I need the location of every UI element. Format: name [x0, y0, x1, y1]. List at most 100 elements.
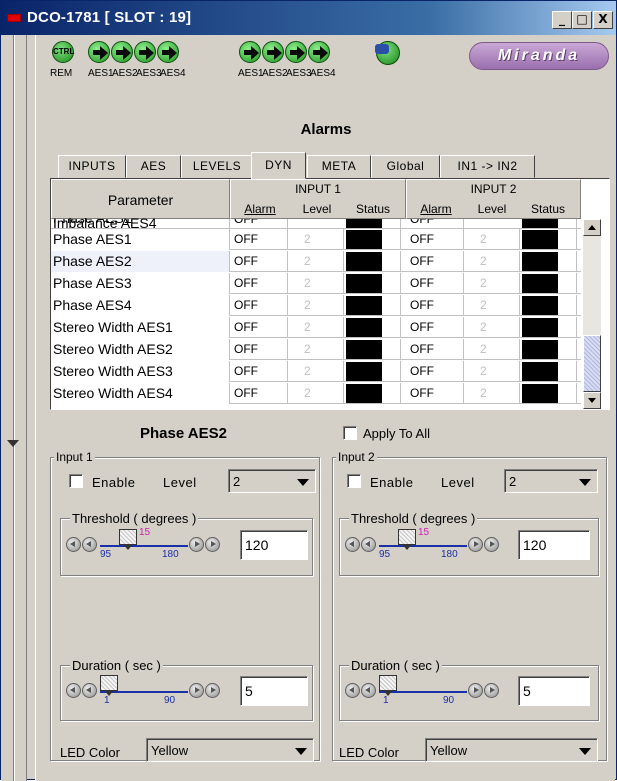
input2-duration-decrease-icon[interactable]	[361, 683, 376, 698]
chevron-down-icon	[579, 479, 591, 486]
input1-led-select[interactable]: Yellow	[146, 738, 314, 762]
tab-inputs[interactable]: INPUTS	[58, 155, 126, 178]
input1-status-header: Status	[355, 202, 391, 216]
status-led	[522, 274, 558, 293]
row-level1: 2	[288, 229, 344, 250]
input1-enable-checkbox[interactable]	[69, 474, 83, 488]
input1-duration-fast-decrease-icon[interactable]	[66, 683, 81, 698]
row-status1	[344, 361, 401, 382]
input1-threshold-thumb[interactable]	[119, 529, 137, 550]
input2-level-select[interactable]: 2	[504, 469, 598, 493]
tab-in1-in2[interactable]: IN1 -> IN2	[440, 155, 535, 178]
row-level1: 2	[288, 339, 344, 360]
input1-duration-input[interactable]: 5	[240, 676, 308, 706]
input2-threshold-input[interactable]: 120	[518, 530, 590, 560]
row-param[interactable]: Stereo Width AES1	[51, 317, 230, 338]
status-led	[522, 318, 558, 337]
input1-threshold-fast-decrease-icon[interactable]	[66, 537, 81, 552]
table-row[interactable]: Phase AES2 OFF 2 OFF 2	[51, 251, 581, 272]
tab-meta[interactable]: META	[307, 155, 371, 178]
row-level1: 2	[288, 317, 344, 338]
row-param[interactable]: Phase AES4	[51, 295, 230, 316]
input1-aes4-status-icon	[157, 41, 179, 63]
title-bar[interactable]: DCO-1781 [ SLOT : 19] _ □ X	[1, 1, 616, 35]
input2-aes4-status-icon	[308, 41, 330, 63]
input2-threshold-fast-increase-icon[interactable]	[484, 537, 499, 552]
table-row[interactable]: Phase AES3 OFF 2 OFF 2	[51, 273, 581, 294]
table-row[interactable]: Phase AES4 OFF 2 OFF 2	[51, 295, 581, 316]
row-alarm1: OFF	[230, 295, 288, 316]
row-param[interactable]: Stereo Width AES2	[51, 339, 230, 360]
input1-duration-decrease-icon[interactable]	[82, 683, 97, 698]
row-param[interactable]: Phase AES3	[51, 273, 230, 294]
input2-threshold-increase-icon[interactable]	[468, 537, 483, 552]
input2-duration-increase-icon[interactable]	[468, 683, 483, 698]
input2-enable-checkbox[interactable]	[347, 474, 361, 488]
collapse-arrow-icon[interactable]	[7, 440, 19, 447]
left-splitter[interactable]	[1, 35, 27, 781]
maximize-button[interactable]: □	[572, 11, 592, 29]
input2-duration-fast-decrease-icon[interactable]	[345, 683, 360, 698]
chevron-down-icon	[295, 748, 307, 755]
input1-threshold-input[interactable]: 120	[240, 530, 308, 560]
page-title: Alarms	[300, 121, 352, 138]
input2-aes1-status-icon	[239, 41, 261, 63]
input1-threshold-fast-increase-icon[interactable]	[205, 537, 220, 552]
table-row[interactable]: Stereo Width AES3 OFF 2 OFF 2	[51, 361, 581, 382]
ctrl-icon[interactable]: CTRL	[52, 41, 74, 63]
tab-dyn[interactable]: DYN	[251, 152, 306, 179]
swap-inputs-icon[interactable]	[375, 41, 400, 65]
input1-group-label: Input 1	[54, 450, 95, 464]
status-led	[522, 252, 558, 271]
input1-level-select[interactable]: 2	[228, 469, 316, 493]
row-param[interactable]: Phase AES2	[51, 251, 230, 272]
table-row[interactable]: Stereo Width AES2 OFF 2 OFF 2	[51, 339, 581, 360]
scroll-down-icon	[588, 398, 596, 403]
input1-threshold-decrease-icon[interactable]	[82, 537, 97, 552]
row-status1	[344, 229, 401, 250]
row-level2: 2	[464, 317, 520, 338]
row-param[interactable]: Stereo Width AES3	[51, 361, 230, 382]
row-status1	[344, 339, 401, 360]
input1-duration-fast-increase-icon[interactable]	[205, 683, 220, 698]
tab-global[interactable]: Global	[371, 155, 440, 178]
row-alarm2: OFF	[406, 383, 464, 404]
input2-threshold-decrease-icon[interactable]	[361, 537, 376, 552]
table-scrollbar[interactable]	[583, 219, 601, 409]
scroll-thumb[interactable]	[583, 335, 601, 392]
table-row[interactable]: Stereo Width AES1 OFF 2 OFF 2	[51, 317, 581, 338]
input1-duration-increase-icon[interactable]	[189, 683, 204, 698]
input2-aes2-status-icon	[262, 41, 284, 63]
input2-duration-fast-increase-icon[interactable]	[484, 683, 499, 698]
input2-duration-input[interactable]: 5	[518, 676, 590, 706]
minimize-button[interactable]: _	[552, 11, 572, 29]
input1-header: INPUT 1	[295, 182, 341, 196]
status-led	[346, 252, 382, 271]
table-row[interactable]: Stereo Width AES4 OFF 2 OFF 2	[51, 383, 581, 404]
apply-to-all-checkbox[interactable]	[343, 426, 357, 440]
row-param[interactable]: Stereo Width AES4	[51, 383, 230, 404]
close-button[interactable]: X	[593, 11, 613, 29]
tab-bar: INPUTS AES LEVELS DYN META Global IN1 ->…	[58, 152, 608, 179]
input2-duration-min: 1	[383, 695, 389, 706]
input1-threshold-increase-icon[interactable]	[189, 537, 204, 552]
table-row-partial-cells: OFF OFF	[51, 219, 581, 229]
input1-duration-thumb[interactable]	[100, 675, 118, 696]
tab-levels[interactable]: LEVELS	[181, 155, 253, 178]
row-level1: 2	[288, 295, 344, 316]
input2-threshold-thumb[interactable]	[398, 529, 416, 550]
scroll-up-button[interactable]	[583, 219, 601, 236]
row-level1: 2	[288, 361, 344, 382]
input2-led-label: LED Color	[339, 745, 399, 760]
tab-aes[interactable]: AES	[126, 155, 181, 178]
input2-duration-thumb[interactable]	[379, 675, 397, 696]
scroll-down-button[interactable]	[583, 392, 601, 409]
input1-enable-label: Enable	[92, 475, 136, 490]
row-param[interactable]: Phase AES1	[51, 229, 230, 250]
row-status2	[520, 339, 577, 360]
input1-aes4-label: AES4	[160, 68, 186, 79]
input2-led-select[interactable]: Yellow	[425, 738, 598, 762]
row-level2: 2	[464, 229, 520, 250]
table-row[interactable]: Phase AES1 OFF 2 OFF 2	[51, 229, 581, 250]
input2-threshold-fast-decrease-icon[interactable]	[345, 537, 360, 552]
